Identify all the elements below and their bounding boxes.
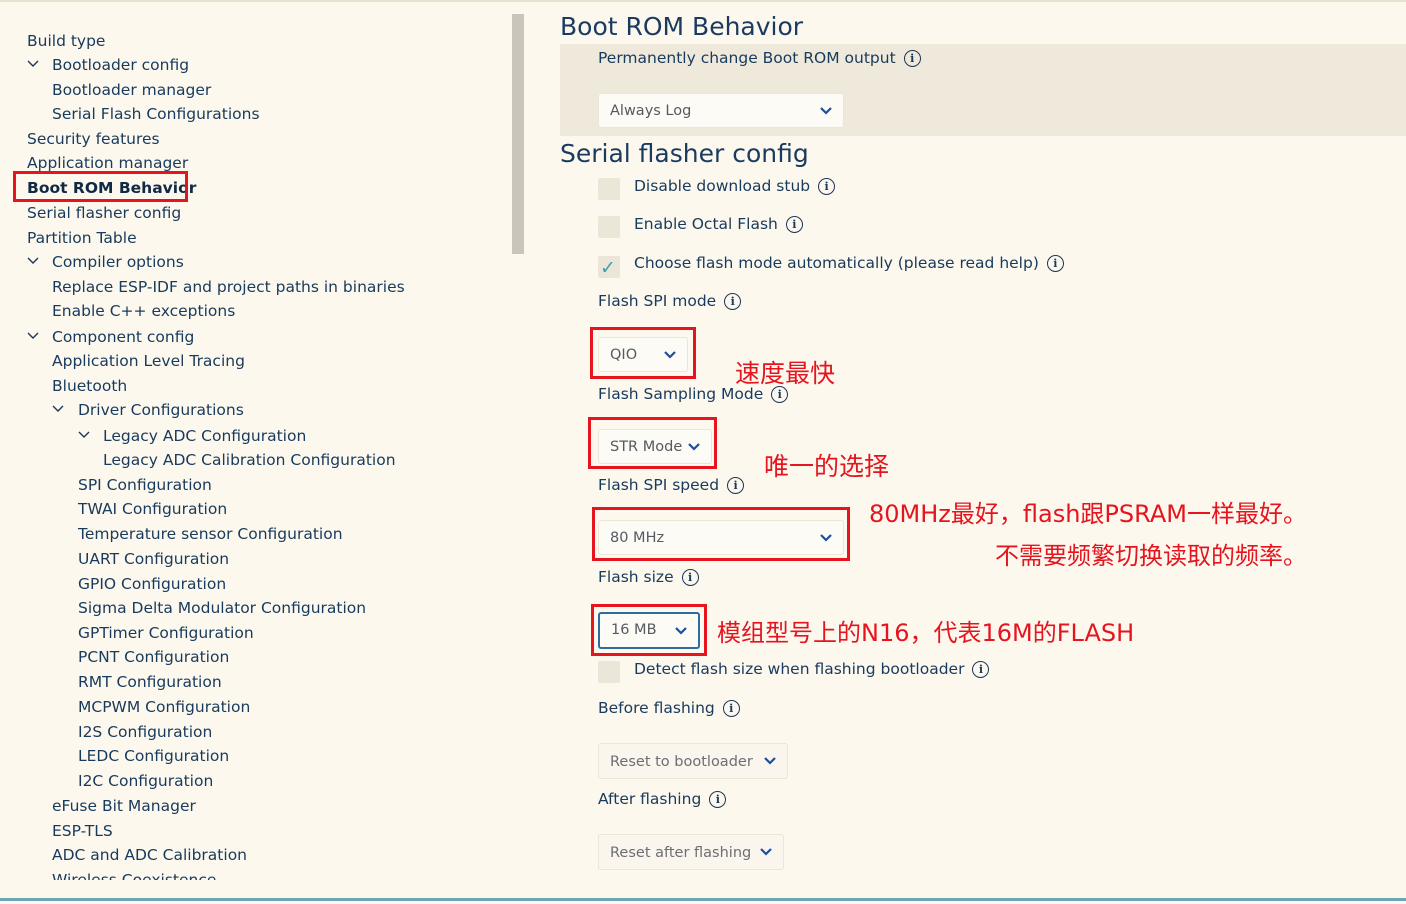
sidebar-item-uart-config[interactable]: UART Configuration bbox=[78, 548, 229, 570]
annotation-box-flash-size bbox=[591, 604, 707, 656]
sidebar-item-bootloader-config[interactable]: Bootloader config bbox=[52, 54, 189, 76]
sidebar-item-gptimer-config[interactable]: GPTimer Configuration bbox=[78, 622, 254, 644]
detect-flash-size-label: Detect flash size when flashing bootload… bbox=[634, 660, 990, 678]
chevron-down-icon bbox=[820, 106, 832, 115]
sidebar-item-esp-tls[interactable]: ESP-TLS bbox=[52, 820, 113, 842]
sidebar-item-twai-config[interactable]: TWAI Configuration bbox=[78, 498, 227, 520]
info-icon[interactable]: i bbox=[903, 50, 921, 67]
chevron-down-icon[interactable] bbox=[52, 399, 66, 421]
info-icon[interactable]: i bbox=[724, 293, 742, 310]
sidebar-item-sigma-delta-config[interactable]: Sigma Delta Modulator Configuration bbox=[78, 597, 366, 619]
auto-flash-mode-checkbox[interactable]: ✓ bbox=[598, 256, 620, 279]
info-icon[interactable]: i bbox=[785, 216, 803, 233]
boot-rom-output-select[interactable]: Always Log bbox=[598, 93, 844, 128]
chevron-down-icon[interactable] bbox=[27, 326, 41, 348]
boot-rom-section-title: Boot ROM Behavior bbox=[560, 12, 804, 41]
info-icon[interactable]: i bbox=[1046, 255, 1064, 272]
sidebar-item-pcnt-config[interactable]: PCNT Configuration bbox=[78, 646, 229, 668]
flash-spi-speed-label: Flash SPI speed i bbox=[598, 476, 745, 494]
chevron-down-icon[interactable] bbox=[78, 425, 92, 447]
before-flashing-value: Reset to bootloader bbox=[610, 754, 753, 770]
detect-flash-size-checkbox[interactable] bbox=[598, 661, 620, 683]
enable-octal-flash-label: Enable Octal Flash i bbox=[634, 215, 803, 233]
annotation-speed-note-2: 不需要频繁切换读取的频率。 bbox=[995, 542, 1307, 570]
annotation-box-spi-speed bbox=[592, 507, 850, 561]
chevron-down-icon[interactable] bbox=[27, 54, 41, 76]
sidebar-item-legacy-adc-config[interactable]: Legacy ADC Configuration bbox=[103, 425, 306, 447]
sidebar-item-rmt-config[interactable]: RMT Configuration bbox=[78, 671, 222, 693]
sidebar-item-app-level-tracing[interactable]: Application Level Tracing bbox=[52, 350, 245, 372]
sidebar-scrollbar[interactable] bbox=[512, 14, 524, 254]
sidebar-item-serial-flasher-config[interactable]: Serial flasher config bbox=[27, 202, 181, 224]
sidebar-item-partition-table[interactable]: Partition Table bbox=[27, 227, 137, 249]
flash-spi-mode-label: Flash SPI mode i bbox=[598, 292, 742, 310]
after-flashing-select[interactable]: Reset after flashing bbox=[598, 834, 784, 870]
annotation-highlight-box bbox=[13, 171, 188, 202]
serial-flasher-section-title: Serial flasher config bbox=[560, 139, 809, 168]
disable-download-stub-checkbox[interactable] bbox=[598, 178, 620, 200]
after-flashing-label: After flashing i bbox=[598, 790, 727, 808]
sidebar-nav: Build type Bootloader config Bootloader … bbox=[0, 0, 510, 880]
before-flashing-select[interactable]: Reset to bootloader bbox=[598, 743, 788, 779]
sidebar-item-i2c-config[interactable]: I2C Configuration bbox=[78, 770, 213, 792]
annotation-box-sampling-mode bbox=[588, 417, 717, 469]
sidebar-item-ledc-config[interactable]: LEDC Configuration bbox=[78, 745, 229, 767]
after-flashing-value: Reset after flashing bbox=[610, 845, 752, 861]
info-icon[interactable]: i bbox=[972, 661, 990, 678]
sidebar-item-bluetooth[interactable]: Bluetooth bbox=[52, 375, 127, 397]
sidebar-item-wireless-coexistence[interactable]: Wireless Coexistence bbox=[52, 869, 216, 880]
disable-download-stub-label: Disable download stub i bbox=[634, 177, 836, 195]
sidebar-item-temperature-sensor-config[interactable]: Temperature sensor Configuration bbox=[78, 523, 343, 545]
sidebar-item-build-type[interactable]: Build type bbox=[27, 30, 105, 52]
sidebar-item-driver-configurations[interactable]: Driver Configurations bbox=[78, 399, 244, 421]
annotation-qio-note: 速度最快 bbox=[735, 359, 836, 388]
annotation-size-note: 模组型号上的N16，代表16M的FLASH bbox=[717, 619, 1135, 647]
sidebar-item-efuse-bit-manager[interactable]: eFuse Bit Manager bbox=[52, 795, 196, 817]
info-icon[interactable]: i bbox=[681, 569, 699, 586]
flash-size-label: Flash size i bbox=[598, 568, 699, 586]
sidebar-item-spi-config[interactable]: SPI Configuration bbox=[78, 474, 212, 496]
annotation-speed-note-1: 80MHz最好，flash跟PSRAM一样最好。 bbox=[869, 500, 1307, 528]
sidebar-item-gpio-config[interactable]: GPIO Configuration bbox=[78, 573, 226, 595]
chevron-down-icon bbox=[764, 757, 776, 765]
boot-rom-output-label: Permanently change Boot ROM output i bbox=[598, 49, 921, 67]
chevron-down-icon[interactable] bbox=[27, 251, 41, 273]
sidebar-item-cpp-exceptions[interactable]: Enable C++ exceptions bbox=[52, 300, 235, 322]
before-flashing-label: Before flashing i bbox=[598, 699, 740, 717]
info-icon[interactable]: i bbox=[722, 700, 740, 717]
sidebar-item-bootloader-manager[interactable]: Bootloader manager bbox=[52, 79, 211, 101]
bottom-border bbox=[0, 898, 1406, 901]
sidebar-item-i2s-config[interactable]: I2S Configuration bbox=[78, 721, 212, 743]
boot-rom-output-value: Always Log bbox=[610, 103, 692, 119]
chevron-down-icon bbox=[760, 848, 772, 856]
sidebar-item-adc-calibration[interactable]: ADC and ADC Calibration bbox=[52, 844, 247, 866]
esp-idf-sdkconfig-editor: Build type Bootloader config Bootloader … bbox=[0, 0, 1406, 904]
check-icon: ✓ bbox=[600, 257, 616, 279]
sidebar-item-replace-paths[interactable]: Replace ESP-IDF and project paths in bin… bbox=[52, 276, 405, 298]
sidebar-item-serial-flash-configurations[interactable]: Serial Flash Configurations bbox=[52, 103, 260, 125]
sidebar-item-security-features[interactable]: Security features bbox=[27, 128, 160, 150]
sidebar-item-component-config[interactable]: Component config bbox=[52, 326, 194, 348]
sidebar-item-legacy-adc-calibration[interactable]: Legacy ADC Calibration Configuration bbox=[103, 449, 396, 471]
info-icon[interactable]: i bbox=[818, 178, 836, 195]
enable-octal-flash-checkbox[interactable] bbox=[598, 216, 620, 238]
annotation-str-note: 唯一的选择 bbox=[764, 452, 890, 481]
annotation-box-spi-mode bbox=[590, 327, 696, 379]
auto-flash-mode-label: Choose flash mode automatically (please … bbox=[634, 254, 1064, 272]
info-icon[interactable]: i bbox=[727, 477, 745, 494]
info-icon[interactable]: i bbox=[709, 791, 727, 808]
sidebar-item-mcpwm-config[interactable]: MCPWM Configuration bbox=[78, 696, 250, 718]
sidebar-item-compiler-options[interactable]: Compiler options bbox=[52, 251, 184, 273]
